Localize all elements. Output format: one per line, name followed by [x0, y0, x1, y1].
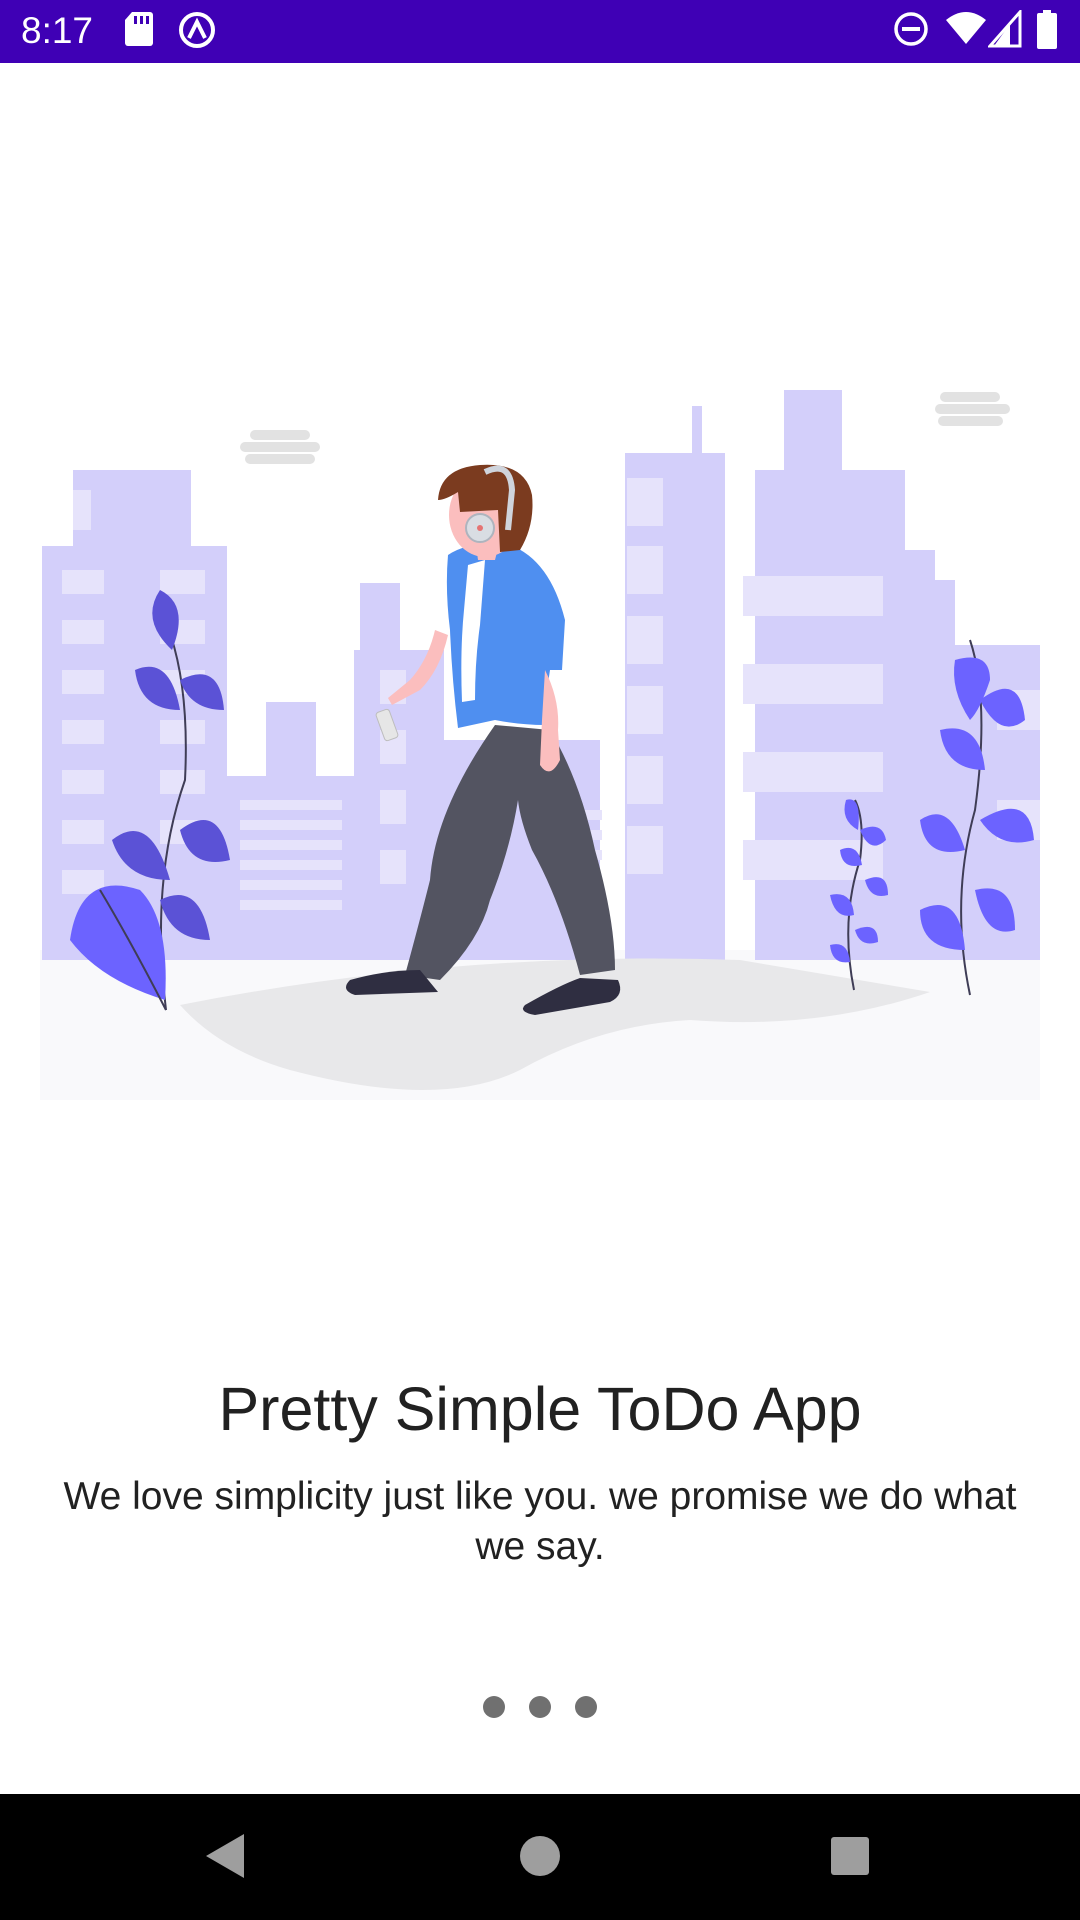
status-bar: 8:17: [0, 0, 1080, 63]
status-time: 8:17: [21, 10, 94, 51]
do-not-disturb-icon: [894, 12, 928, 46]
page-dot-1[interactable]: [483, 1696, 505, 1718]
wifi-icon: [946, 12, 986, 44]
onboarding-title: Pretty Simple ToDo App: [218, 1375, 862, 1443]
signal-icon: [988, 10, 1022, 48]
battery-icon: [1037, 10, 1057, 49]
cloud-icon: [240, 430, 320, 464]
page-indicator: [0, 1696, 1080, 1718]
cloud-icon: [935, 392, 1010, 426]
onboarding-subtitle: We love simplicity just like you. we pro…: [63, 1475, 1017, 1568]
home-icon[interactable]: [510, 1826, 570, 1886]
page-dot-3[interactable]: [575, 1696, 597, 1718]
sd-card-icon: [125, 12, 153, 46]
navigation-bar: [0, 1794, 1080, 1920]
data-saver-icon: [179, 12, 215, 48]
back-icon[interactable]: [196, 1826, 256, 1886]
page-dot-2[interactable]: [529, 1696, 551, 1718]
recents-icon[interactable]: [820, 1826, 880, 1886]
walking-person-city-illustration: [40, 390, 1040, 1100]
